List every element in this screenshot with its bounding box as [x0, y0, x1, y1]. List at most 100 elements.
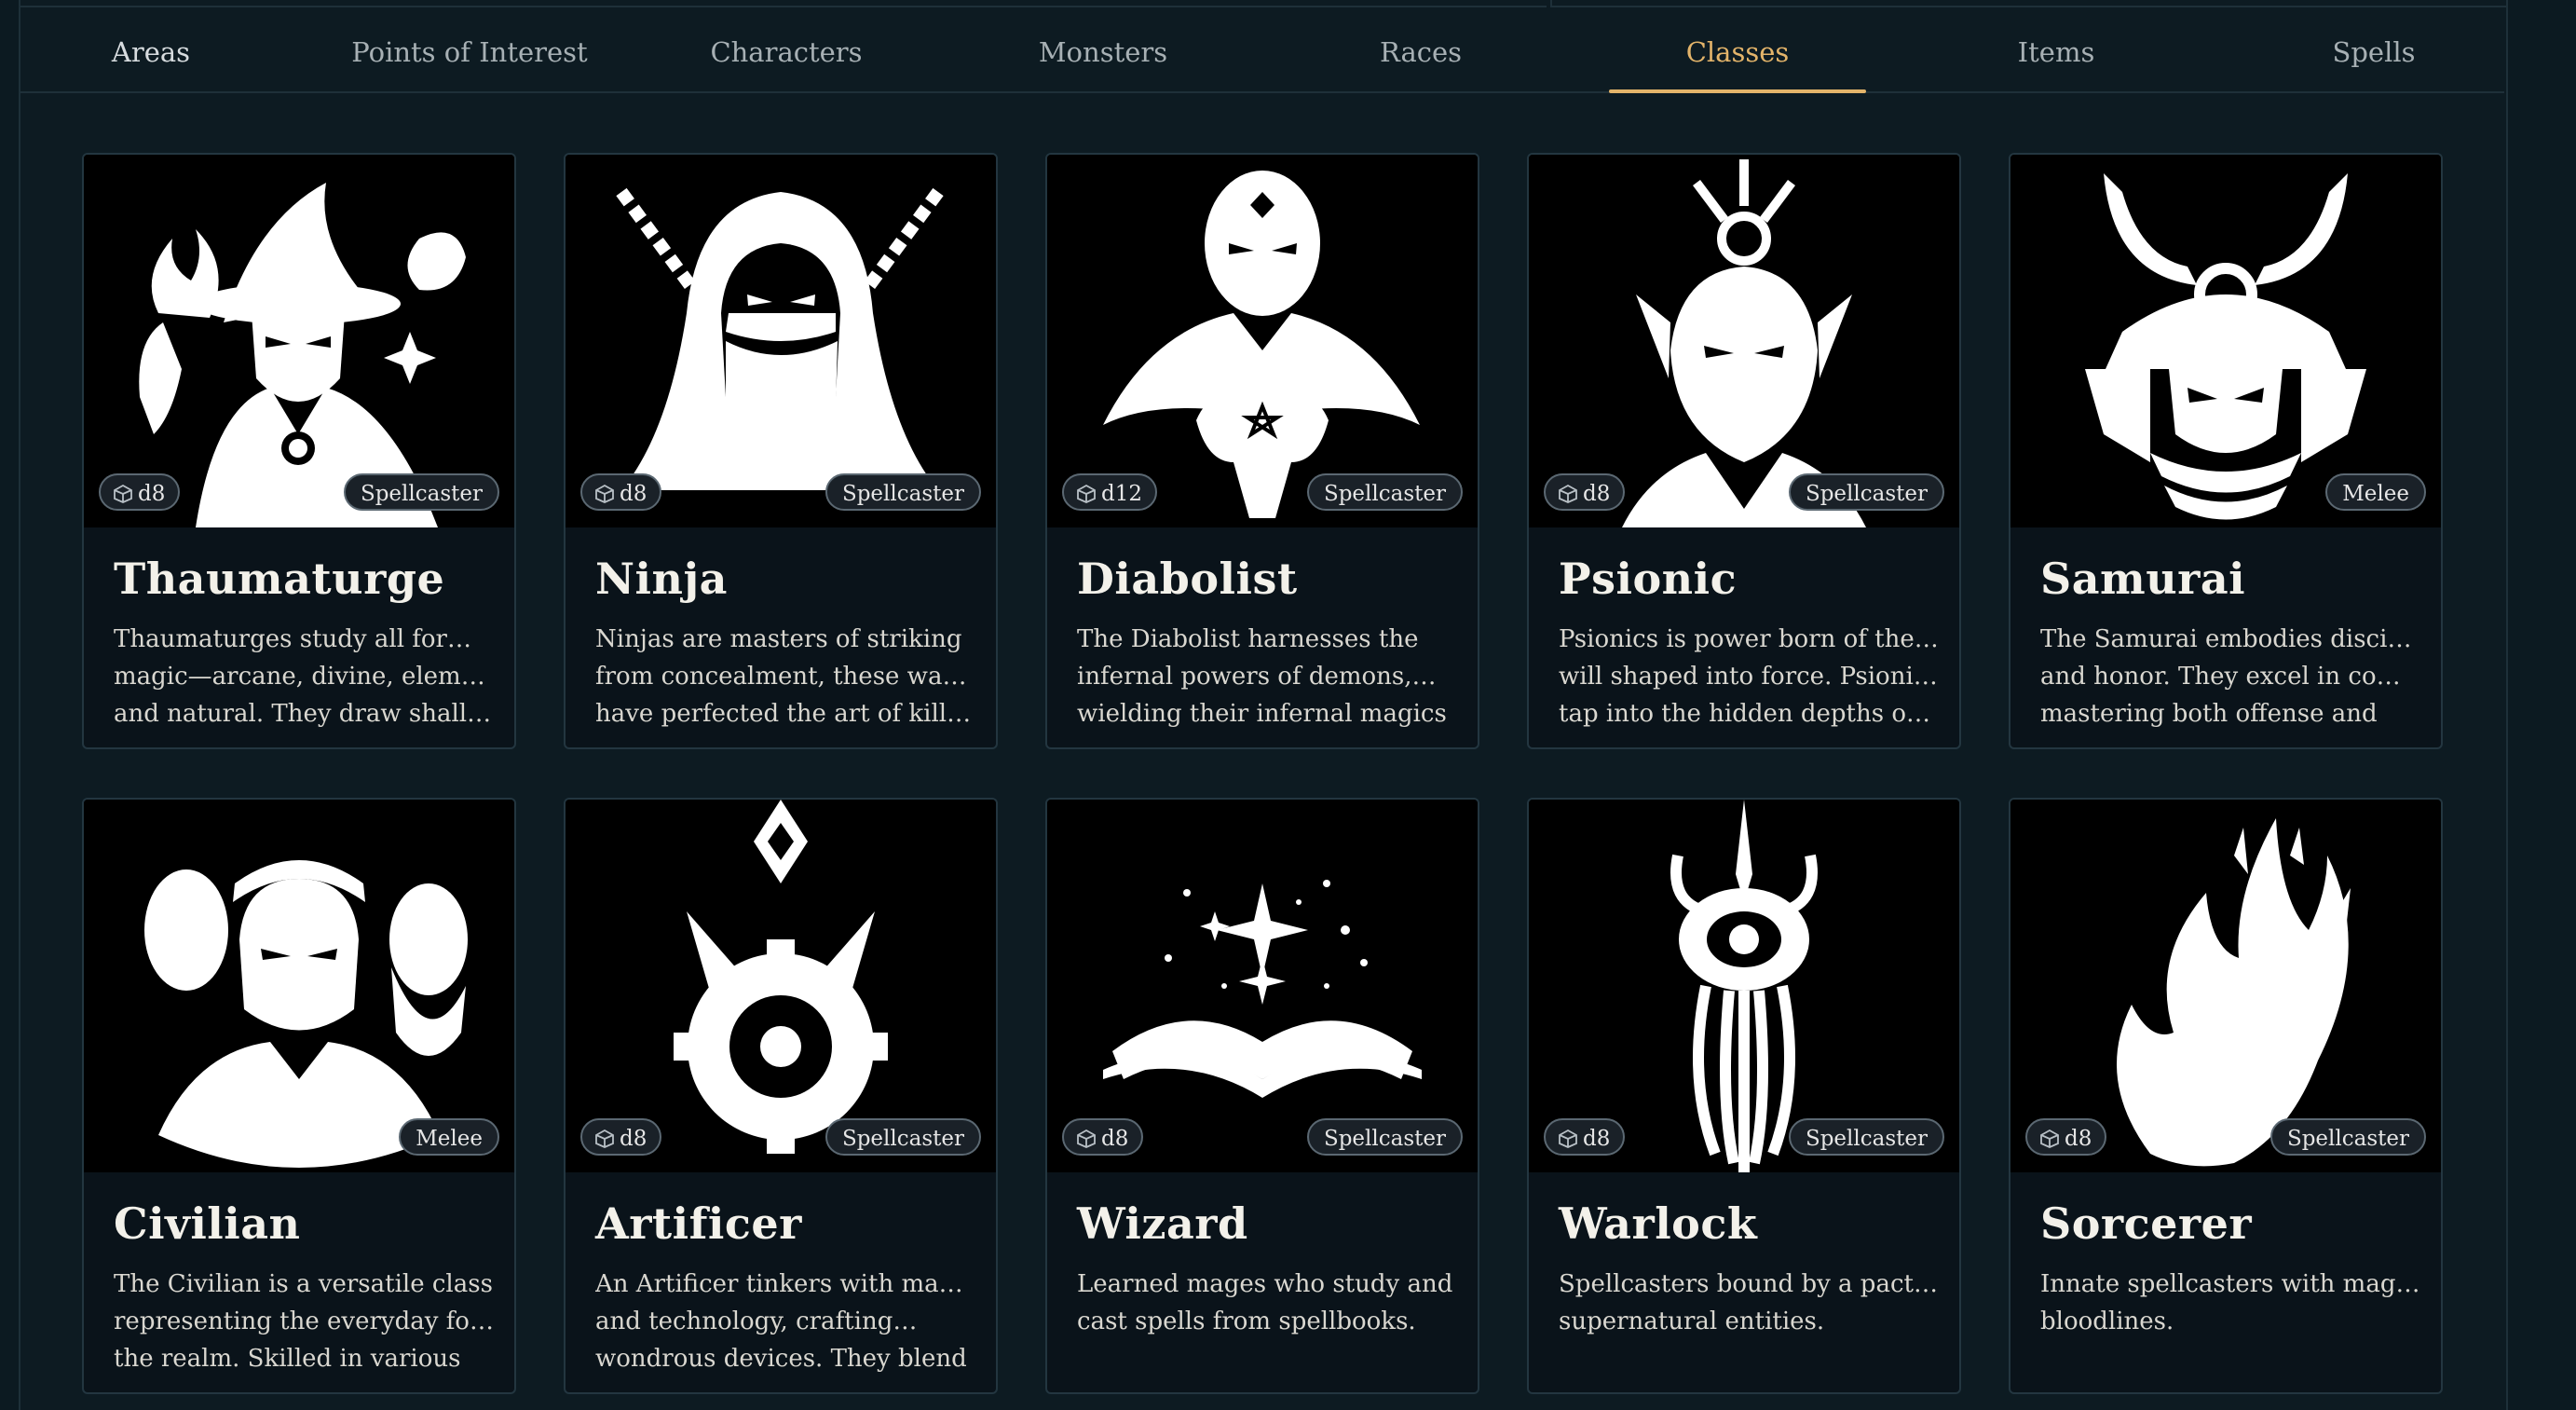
hooded-ninja-icon-art [616, 187, 944, 490]
description-line: Spellcasters bound by a pact to [1559, 1270, 1939, 1298]
eldritch-eye-icon-art [1670, 800, 1818, 1172]
class-title: Samurai [2040, 554, 2246, 604]
hooded-ninja-icon [566, 155, 996, 527]
description-line: The Civilian is a versatile class [114, 1270, 493, 1298]
tab-characters[interactable]: Characters [710, 7, 862, 91]
hit-die-value: d12 [1101, 482, 1142, 506]
class-description: Innate spellcasters with magical bloodlin… [2040, 1266, 2420, 1377]
hit-die-value: d8 [620, 1127, 647, 1151]
psionic-mind-icon-art [1622, 159, 1866, 527]
class-card-civilian[interactable]: Melee Civilian The Civilian is a versati… [82, 798, 516, 1394]
description-line: Learned mages who study and [1077, 1270, 1453, 1298]
role-badge: Spellcaster [343, 473, 499, 511]
hit-die-value: d8 [620, 482, 647, 506]
class-title: Diabolist [1077, 554, 1298, 604]
top-divider [19, 0, 1547, 7]
townsfolk-group-icon [84, 800, 514, 1172]
wizard-mage-icon-art [139, 183, 466, 527]
class-description: Ninjas are masters of striking from conce… [595, 621, 975, 732]
role-badge: Spellcaster [2269, 1118, 2426, 1156]
class-card-psionic[interactable]: d8 Spellcaster Psionic Psionics is power… [1527, 153, 1961, 749]
top-divider-right [1550, 0, 2506, 7]
description-line: mastering both offense and [2040, 700, 2378, 728]
townsfolk-group-icon-art [144, 860, 468, 1168]
hit-die-badge: d8 [580, 1118, 662, 1156]
wizard-mage-icon [84, 155, 514, 527]
description-line: and natural. They draw shallow [114, 700, 494, 728]
open-spellbook-icon-art [1103, 880, 1422, 1098]
description-line: have perfected the art of killing [595, 700, 975, 728]
role-badge: Spellcaster [1306, 1118, 1463, 1156]
class-description: Spellcasters bound by a pact to supernatu… [1559, 1266, 1939, 1377]
description-line: magic—arcane, divine, element… [114, 663, 494, 691]
role-badge: Spellcaster [1306, 473, 1463, 511]
tab-areas[interactable]: Areas [112, 7, 190, 91]
role-badge: Spellcaster [825, 1118, 981, 1156]
eldritch-eye-icon [1529, 800, 1959, 1172]
description-line: from concealment, these warrio… [595, 663, 975, 691]
class-description: The Civilian is a versatile class represe… [114, 1266, 494, 1377]
hit-die-badge: d8 [580, 473, 662, 511]
gear-crystal-icon-art [674, 800, 888, 1154]
category-tabs: Areas Points of Interest Characters Mons… [20, 7, 2504, 93]
die-icon [1075, 1127, 1097, 1149]
tab-items[interactable]: Items [2018, 7, 2095, 91]
gear-crystal-icon [566, 800, 996, 1172]
tab-spells[interactable]: Spells [2332, 7, 2415, 91]
tab-points-of-interest[interactable]: Points of Interest [351, 7, 587, 91]
demon-summoner-icon-art [1103, 171, 1420, 518]
class-title: Wizard [1077, 1198, 1248, 1249]
description-line: will shaped into force. Psionics… [1559, 663, 1939, 691]
description-line: tap into the hidden depths of the [1559, 700, 1939, 728]
description-line: bloodlines. [2040, 1307, 2174, 1335]
description-line: representing the everyday folk o… [114, 1307, 494, 1335]
class-card-warlock[interactable]: d8 Spellcaster Warlock Spellcasters boun… [1527, 798, 1961, 1394]
description-line: cast spells from spellbooks. [1077, 1307, 1416, 1335]
demon-summoner-icon [1047, 155, 1478, 527]
class-description: Psionics is power born of the self, will … [1559, 621, 1939, 732]
psionic-mind-icon [1529, 155, 1959, 527]
description-line: the realm. Skilled in various [114, 1345, 461, 1373]
flame-icon [2010, 800, 2441, 1172]
die-icon [593, 1127, 616, 1149]
hit-die-badge: d8 [1544, 473, 1626, 511]
tab-races[interactable]: Races [1380, 7, 1462, 91]
hit-die-value: d8 [1101, 1127, 1129, 1151]
role-badge: Spellcaster [825, 473, 981, 511]
class-title: Psionic [1559, 554, 1738, 604]
die-icon [112, 482, 134, 504]
role-badge: Melee [2325, 473, 2426, 511]
class-card-artificer[interactable]: d8 Spellcaster Artificer An Artificer ti… [564, 798, 998, 1394]
class-card-ninja[interactable]: d8 Spellcaster Ninja Ninjas are masters … [564, 153, 998, 749]
role-badge: Spellcaster [1788, 1118, 1944, 1156]
description-line: wondrous devices. They blend [595, 1345, 967, 1373]
class-title: Ninja [595, 554, 728, 604]
class-title: Civilian [114, 1198, 301, 1249]
class-card-sorcerer[interactable]: d8 Spellcaster Sorcerer Innate spellcast… [2009, 798, 2443, 1394]
class-card-wizard[interactable]: d8 Spellcaster Wizard Learned mages who … [1045, 798, 1479, 1394]
hit-die-value: d8 [138, 482, 166, 506]
die-icon [1557, 1127, 1579, 1149]
die-icon [593, 482, 616, 504]
description-line: supernatural entities. [1559, 1307, 1825, 1335]
samurai-helmet-icon-art [2085, 173, 2366, 520]
class-title: Artificer [595, 1198, 802, 1249]
description-line: Innate spellcasters with magical [2040, 1270, 2420, 1298]
description-line: The Diabolist harnesses the [1077, 625, 1419, 653]
class-description: Thaumaturges study all forms of magic—arc… [114, 621, 494, 732]
hit-die-value: d8 [1583, 1127, 1611, 1151]
class-description: The Diabolist harnesses the infernal powe… [1077, 621, 1457, 732]
class-card-thaumaturge[interactable]: d8 Spellcaster Thaumaturge Thaumaturges … [82, 153, 516, 749]
tab-classes[interactable]: Classes [1609, 7, 1866, 93]
description-line: wielding their infernal magics [1077, 700, 1447, 728]
class-card-samurai[interactable]: Melee Samurai The Samurai embodies disci… [2009, 153, 2443, 749]
class-title: Warlock [1559, 1198, 1758, 1249]
class-card-diabolist[interactable]: d12 Spellcaster Diabolist The Diabolist … [1045, 153, 1479, 749]
hit-die-badge: d8 [1544, 1118, 1626, 1156]
hit-die-badge: d8 [99, 473, 181, 511]
tab-monsters[interactable]: Monsters [1039, 7, 1167, 91]
description-line: Ninjas are masters of striking [595, 625, 962, 653]
class-title: Thaumaturge [114, 554, 445, 604]
description-line: Psionics is power born of the self, [1559, 625, 1939, 653]
description-line: An Artificer tinkers with magic [595, 1270, 975, 1298]
